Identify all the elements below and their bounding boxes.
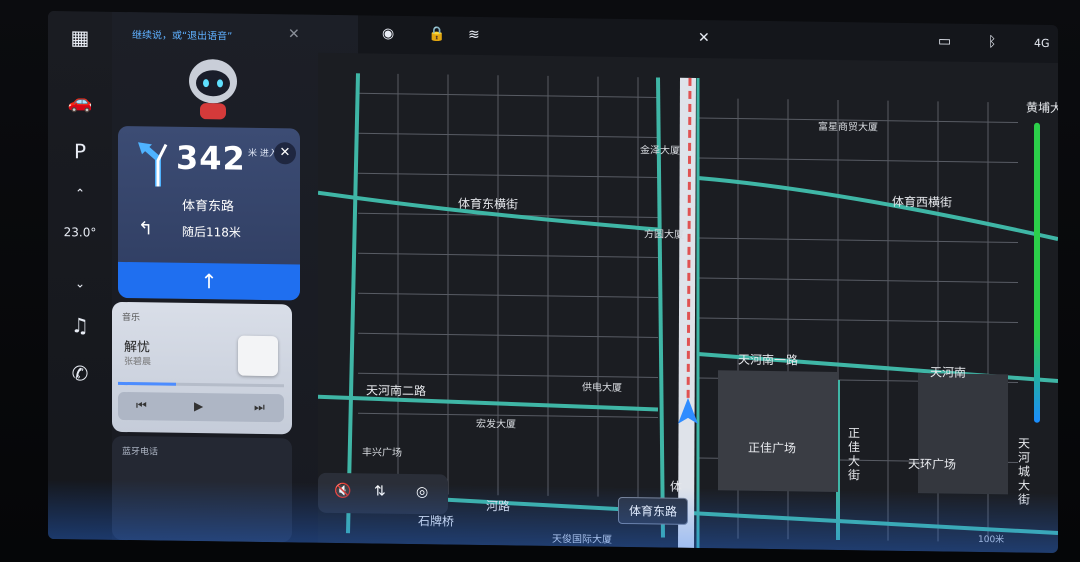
- route-traffic-bar: [1034, 122, 1040, 423]
- map-label: 体育东横街: [458, 196, 519, 212]
- map-label: 石牌桥: [418, 514, 455, 529]
- music-note-icon[interactable]: ♫: [48, 313, 112, 338]
- map-label: 天河城大街: [1018, 436, 1031, 507]
- app-grid-icon[interactable]: ▦: [48, 25, 112, 50]
- turn-by-turn-card[interactable]: 342 米 进入 ✕ 体育东路 ↰ 随后118米 ↑: [118, 125, 300, 301]
- map-poi: 天俊国际大厦: [552, 533, 612, 546]
- phone-icon[interactable]: ✆: [48, 361, 112, 386]
- playback-controls: ⏮ ▶ ⏭: [118, 391, 284, 423]
- music-card[interactable]: 音乐 解忧 张碧晨 ⏮ ▶ ⏭: [112, 301, 292, 435]
- map-poi: 供电大厦: [582, 382, 622, 394]
- album-art: [238, 335, 278, 377]
- temp-up-icon[interactable]: ⌃: [48, 186, 112, 201]
- then-turn-icon: ↰: [138, 218, 154, 240]
- previous-track-icon[interactable]: ⏮: [136, 398, 147, 413]
- map-label: 天河南: [930, 365, 967, 380]
- parking-icon[interactable]: P: [48, 139, 112, 164]
- network-indicator: 4G: [1034, 36, 1050, 50]
- next-road-name: 体育东路: [182, 198, 235, 215]
- music-header: 音乐: [122, 312, 141, 324]
- play-icon[interactable]: ▶: [194, 399, 203, 413]
- next-track-icon[interactable]: ⏭: [254, 400, 265, 415]
- map-poi: 方圆大厦: [644, 229, 684, 241]
- map-scale: 100米: [978, 534, 1005, 546]
- recenter-icon[interactable]: ◎: [416, 484, 428, 500]
- voice-assistant-avatar[interactable]: [184, 53, 242, 124]
- map-poi: 宏发大厦: [476, 418, 516, 431]
- phone-header: 蓝牙电话: [122, 446, 159, 458]
- defrost-icon[interactable]: ≋: [468, 27, 480, 43]
- map-poi: 丰兴广场: [362, 447, 402, 459]
- car-icon[interactable]: 🚗: [48, 89, 112, 114]
- navigation-map[interactable]: 黄埔大道 富星商贸大厦 金泽大厦 体育东横街 体育西横街 方圆大厦 天河南一路 …: [318, 52, 1058, 554]
- left-rail: ▦ 🚗 P ⌃ 23.0° ⌄ ♫ ✆: [48, 10, 112, 540]
- temperature-readout: 23.0°: [63, 225, 97, 240]
- phone-card[interactable]: 蓝牙电话: [112, 435, 292, 543]
- map-label: 天河南一路: [738, 352, 799, 368]
- distance-to-turn: 342: [176, 138, 246, 178]
- map-label: 天河南二路: [366, 383, 427, 399]
- map-label: 天环广场: [908, 456, 957, 472]
- map-label: 体育西横街: [892, 194, 953, 210]
- bluetooth-icon: ᛒ: [988, 34, 997, 51]
- map-label: 正佳大街: [848, 426, 861, 483]
- battery-icon: ▭: [938, 33, 952, 50]
- song-title: 解忧: [124, 340, 151, 356]
- lane-straight-icon: ↑: [118, 261, 300, 301]
- mute-icon[interactable]: 🔇: [334, 483, 351, 499]
- map-label: 河路: [486, 499, 511, 514]
- map-label: 黄埔大道: [1026, 100, 1058, 116]
- voice-hint: 继续说，或“退出语音”: [132, 30, 233, 43]
- song-artist: 张碧晨: [124, 357, 152, 368]
- map-label: 体: [670, 479, 683, 494]
- turn-left-arrow-icon: [138, 142, 168, 187]
- voice-close-icon[interactable]: ✕: [288, 26, 300, 42]
- map-poi: 金泽大厦: [640, 145, 680, 157]
- map-controls: 🔇 ⇅ ◎: [318, 472, 448, 515]
- lock-icon[interactable]: 🔒: [428, 26, 445, 42]
- map-poi: 富星商贸大厦: [818, 121, 878, 134]
- user-avatar-icon[interactable]: ◉: [382, 26, 394, 42]
- route-overview-icon[interactable]: ⇅: [374, 484, 386, 500]
- current-road-label: 体育东路: [618, 496, 689, 525]
- close-map-icon[interactable]: ✕: [698, 30, 710, 46]
- map-label: 正佳广场: [748, 440, 797, 456]
- infotainment-screen: ▦ 🚗 P ⌃ 23.0° ⌄ ♫ ✆ 继续说，或“退出语音” ✕ 342 米 …: [48, 10, 1058, 554]
- temp-down-icon[interactable]: ⌄: [48, 276, 112, 291]
- then-instruction: 随后118米: [182, 224, 241, 240]
- close-navigation-button[interactable]: ✕: [274, 142, 296, 165]
- playback-progress[interactable]: [118, 381, 284, 388]
